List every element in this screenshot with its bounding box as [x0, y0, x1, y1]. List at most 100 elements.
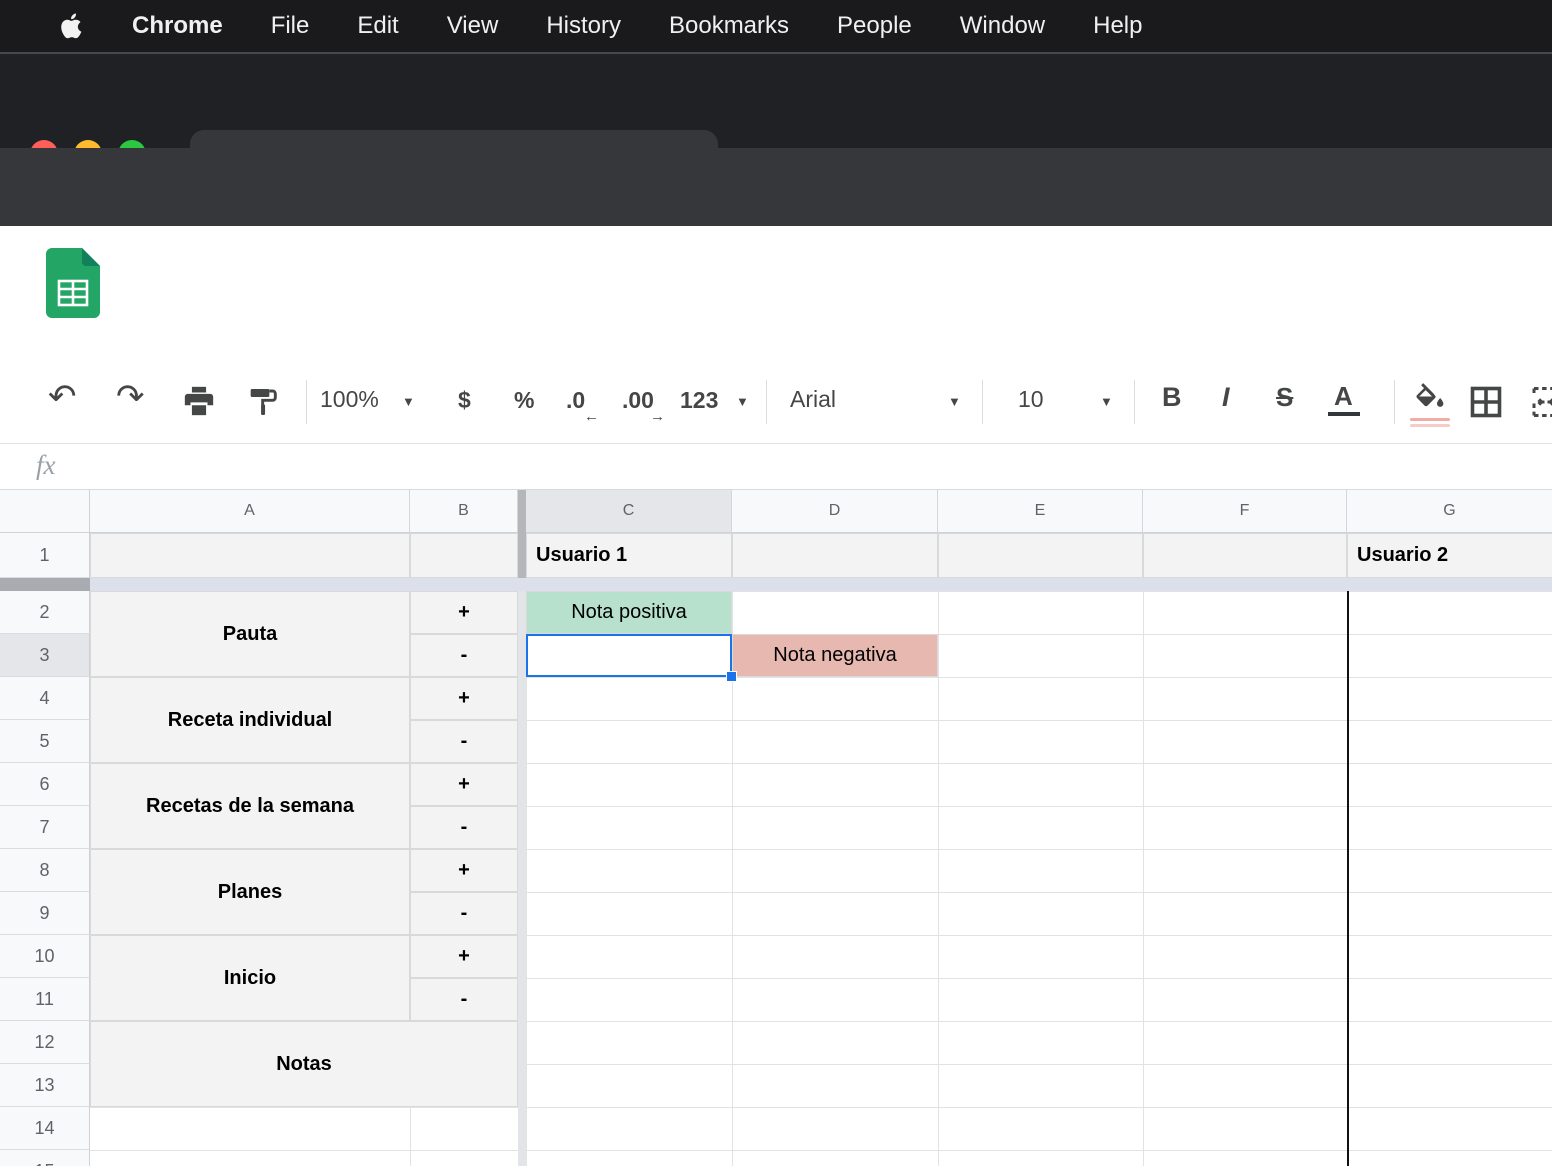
cell-A4[interactable]: Receta individual — [90, 677, 410, 763]
cell-G1[interactable]: Usuario 2 — [1347, 533, 1552, 578]
cell-C2[interactable]: Nota positiva — [526, 591, 732, 634]
row-header-3[interactable]: 3 — [0, 634, 90, 677]
fill-color-swatch — [1410, 418, 1450, 421]
apple-icon[interactable] — [58, 12, 82, 40]
menubar-item-view[interactable]: View — [447, 12, 499, 40]
more-formats-button[interactable]: 123 — [680, 387, 718, 414]
menubar-item-file[interactable]: File — [271, 12, 310, 40]
toolbar-divider — [982, 380, 983, 424]
format-percent-button[interactable]: % — [514, 387, 534, 414]
row-header-5[interactable]: 5 — [0, 720, 90, 763]
cell-F1[interactable] — [1143, 533, 1347, 578]
row-header-1[interactable]: 1 — [0, 533, 90, 578]
cell-B1[interactable] — [410, 533, 518, 578]
row-header-4[interactable]: 4 — [0, 677, 90, 720]
cell-B5[interactable]: - — [410, 720, 518, 763]
font-select[interactable]: Arial — [790, 388, 836, 411]
row-header-14[interactable]: 14 — [0, 1107, 90, 1150]
decrease-decimal-button[interactable]: .0 — [566, 387, 585, 414]
chevron-down-icon[interactable]: ▼ — [948, 394, 961, 409]
row-header-7[interactable]: 7 — [0, 806, 90, 849]
menubar-item-window[interactable]: Window — [960, 12, 1045, 40]
sheets-toolbar: ↶ ↷ 100% ▼ $ % .0 ← .00 → 123 ▼ Arial ▼ … — [0, 360, 1552, 444]
row-header-6[interactable]: 6 — [0, 763, 90, 806]
row-header-8[interactable]: 8 — [0, 849, 90, 892]
merge-cells-icon[interactable] — [1526, 384, 1552, 424]
cell-B8[interactable]: + — [410, 849, 518, 892]
cell-B6[interactable]: + — [410, 763, 518, 806]
column-header-D[interactable]: D — [732, 490, 938, 533]
zoom-select[interactable]: 100% — [320, 388, 379, 411]
cell-D1[interactable] — [732, 533, 938, 578]
cell-B11[interactable]: - — [410, 978, 518, 1021]
menubar-item-help[interactable]: Help — [1093, 12, 1142, 40]
row-header-9[interactable]: 9 — [0, 892, 90, 935]
toolbar-divider — [766, 380, 767, 424]
toolbar-divider — [1134, 380, 1135, 424]
cell-A10[interactable]: Inicio — [90, 935, 410, 1021]
cell-B4[interactable]: + — [410, 677, 518, 720]
undo-icon[interactable]: ↶ — [48, 380, 77, 414]
column-header-E[interactable]: E — [938, 490, 1143, 533]
frozen-column-divider[interactable] — [518, 490, 526, 578]
menubar-item-chrome[interactable]: Chrome — [132, 12, 223, 40]
cell-E1[interactable] — [938, 533, 1143, 578]
menubar-item-bookmarks[interactable]: Bookmarks — [669, 12, 789, 40]
cell-A6[interactable]: Recetas de la semana — [90, 763, 410, 849]
cell-B10[interactable]: + — [410, 935, 518, 978]
column-header-C[interactable]: C — [526, 490, 732, 533]
chevron-down-icon[interactable]: ▼ — [1100, 394, 1113, 409]
grid-corner[interactable] — [0, 490, 90, 533]
cell-C1[interactable]: Usuario 1 — [526, 533, 732, 578]
column-header-G[interactable]: G — [1347, 490, 1552, 533]
active-cell-C3[interactable] — [526, 634, 732, 677]
format-currency-button[interactable]: $ — [458, 387, 471, 414]
row-header-12[interactable]: 12 — [0, 1021, 90, 1064]
menubar-item-edit[interactable]: Edit — [357, 12, 398, 40]
cell-border-thick — [1347, 591, 1349, 1166]
cell-B2[interactable]: + — [410, 591, 518, 634]
chevron-down-icon[interactable]: ▼ — [402, 394, 415, 409]
cell-A2[interactable]: Pauta — [90, 591, 410, 677]
column-header-F[interactable]: F — [1143, 490, 1347, 533]
frozen-row-divider[interactable] — [0, 578, 90, 591]
cell-A8[interactable]: Planes — [90, 849, 410, 935]
row-header-10[interactable]: 10 — [0, 935, 90, 978]
fill-handle[interactable] — [726, 671, 737, 682]
cell-B9[interactable]: - — [410, 892, 518, 935]
cell-D3[interactable]: Nota negativa — [732, 634, 938, 677]
menubar-item-history[interactable]: History — [546, 12, 621, 40]
row-header-11[interactable]: 11 — [0, 978, 90, 1021]
paint-format-icon[interactable] — [248, 384, 280, 422]
menubar-item-people[interactable]: People — [837, 12, 912, 40]
font-size-select[interactable]: 10 — [1018, 388, 1044, 411]
sheets-file-icon[interactable] — [46, 248, 100, 323]
frozen-row-divider[interactable] — [90, 578, 1552, 591]
text-color-swatch — [1328, 412, 1360, 416]
frozen-column-divider[interactable] — [518, 591, 526, 1166]
italic-button[interactable]: I — [1222, 384, 1230, 411]
toolbar-divider — [1394, 380, 1395, 424]
column-header-A[interactable]: A — [90, 490, 410, 533]
increase-decimal-arrow-icon: → — [650, 408, 665, 425]
text-color-button[interactable]: A — [1334, 383, 1353, 409]
row-header-2[interactable]: 2 — [0, 591, 90, 634]
row-header-13[interactable]: 13 — [0, 1064, 90, 1107]
cell-A12[interactable]: Notas — [90, 1021, 518, 1107]
chevron-down-icon[interactable]: ▼ — [736, 394, 749, 409]
fx-icon: fx — [36, 450, 56, 481]
strikethrough-button[interactable]: S — [1276, 384, 1293, 410]
cell-A1[interactable] — [90, 533, 410, 578]
cell-B3[interactable]: - — [410, 634, 518, 677]
bold-button[interactable]: B — [1162, 384, 1182, 411]
borders-icon[interactable] — [1468, 384, 1504, 424]
formula-bar[interactable]: fx — [0, 444, 1552, 490]
fill-color-icon[interactable] — [1412, 382, 1448, 418]
row-header-15[interactable]: 15 — [0, 1150, 90, 1166]
toolbar-divider — [306, 380, 307, 424]
column-header-B[interactable]: B — [410, 490, 518, 533]
cell-B7[interactable]: - — [410, 806, 518, 849]
fill-color-swatch — [1410, 424, 1450, 427]
print-icon[interactable] — [182, 384, 216, 422]
redo-icon[interactable]: ↷ — [116, 380, 145, 414]
